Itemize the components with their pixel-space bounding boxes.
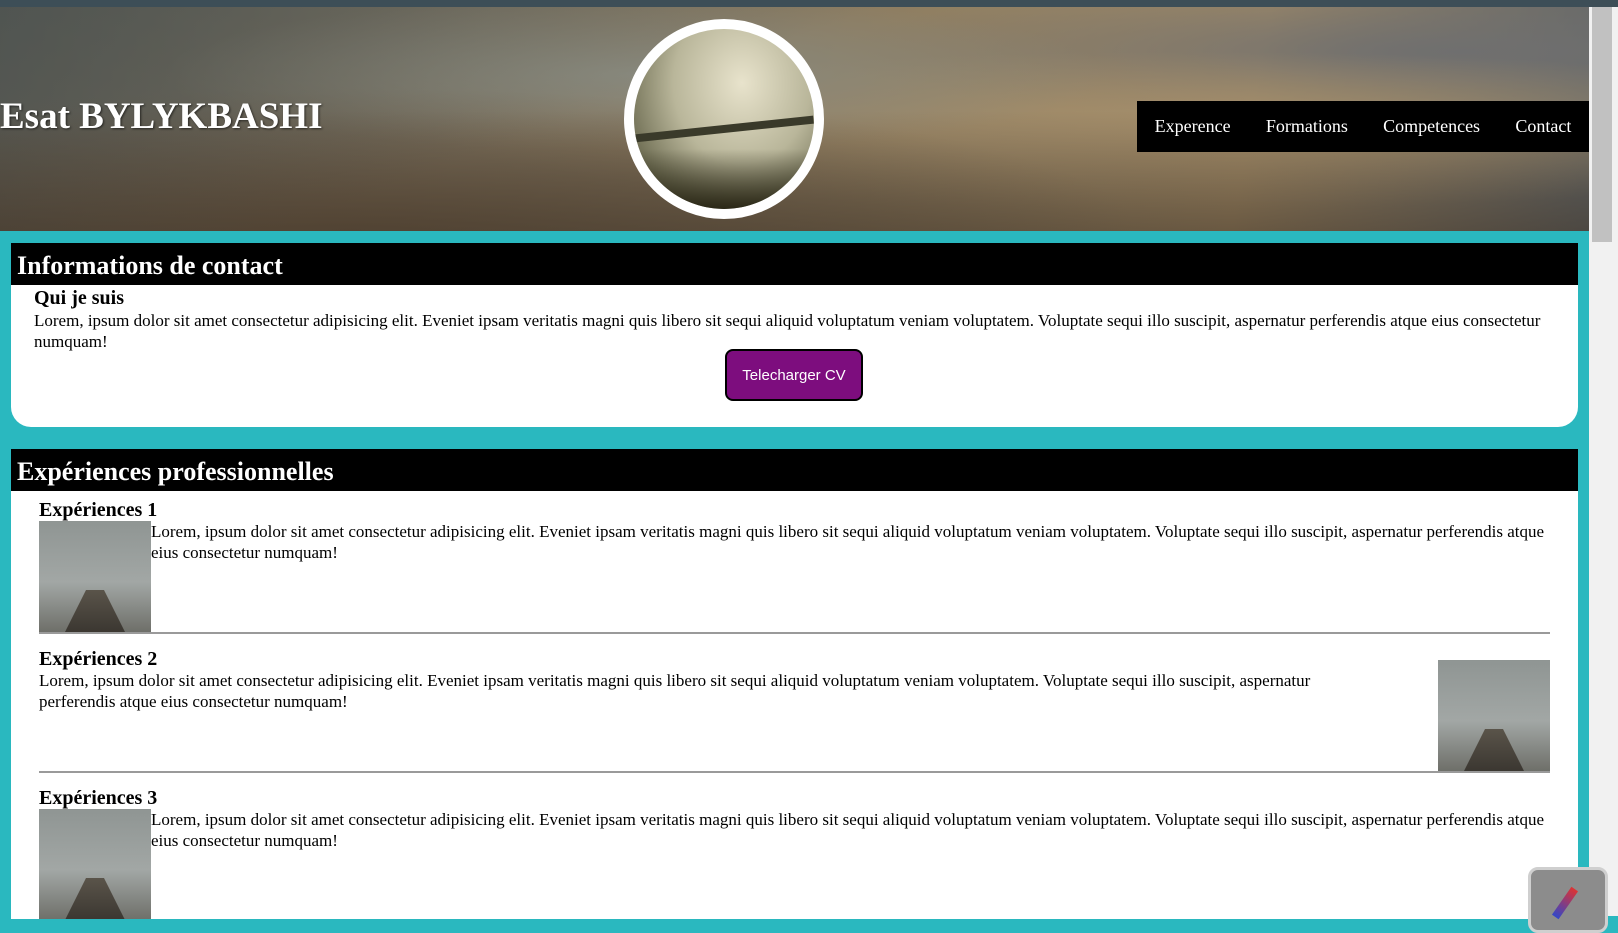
main-nav: Experence Formations Competences Contact xyxy=(1137,101,1589,152)
experience-title: Expériences 3 xyxy=(39,787,158,809)
hero-header: Esat BYLYKBASHI Experence Formations Com… xyxy=(0,7,1589,231)
download-cv-button[interactable]: Telecharger CV xyxy=(725,349,863,401)
experience-text: Lorem, ipsum dolor sit amet consectetur … xyxy=(151,522,1545,562)
experience-row: Lorem, ipsum dolor sit amet consectetur … xyxy=(39,521,1550,632)
about-subheading: Qui je suis xyxy=(34,287,125,309)
pier-graphic xyxy=(1464,729,1524,771)
browser-top-strip xyxy=(0,0,1618,7)
contact-section: Informations de contact Qui je suis Lore… xyxy=(11,243,1578,427)
about-text: Lorem, ipsum dolor sit amet consectetur … xyxy=(34,311,1541,351)
pier-graphic xyxy=(65,590,125,632)
experience-item: Expériences 2 Lorem, ipsum dolor sit ame… xyxy=(39,648,1550,773)
profile-avatar xyxy=(624,19,824,219)
experience-item: Expériences 1 Lorem, ipsum dolor sit ame… xyxy=(39,499,1550,634)
nav-link-contact[interactable]: Contact xyxy=(1507,116,1579,137)
site-title: Esat BYLYKBASHI xyxy=(0,96,323,137)
vertical-scrollbar[interactable] xyxy=(1589,7,1618,916)
experience-title: Expériences 2 xyxy=(39,648,158,670)
contact-heading: Informations de contact xyxy=(11,243,1578,285)
pen-icon xyxy=(1551,886,1579,920)
experience-image xyxy=(39,809,151,919)
experience-row: Lorem, ipsum dolor sit amet consectetur … xyxy=(39,809,1550,919)
experience-text: Lorem, ipsum dolor sit amet consectetur … xyxy=(151,810,1545,850)
floating-tool-widget[interactable] xyxy=(1528,867,1608,933)
experience-divider xyxy=(39,632,1550,634)
nav-link-experience[interactable]: Experence xyxy=(1147,116,1239,137)
nav-link-competences[interactable]: Competences xyxy=(1375,116,1488,137)
avatar-grass-decoration xyxy=(634,149,814,209)
experience-row: Lorem, ipsum dolor sit amet consectetur … xyxy=(39,660,1550,771)
experience-text: Lorem, ipsum dolor sit amet consectetur … xyxy=(39,671,1311,711)
pier-graphic xyxy=(65,878,125,919)
experiences-section: Expériences professionnelles Expériences… xyxy=(11,449,1578,919)
scrollbar-thumb[interactable] xyxy=(1592,7,1612,242)
experience-image xyxy=(1438,660,1550,771)
experience-item: Expériences 3 Lorem, ipsum dolor sit ame… xyxy=(39,787,1550,919)
experience-title: Expériences 1 xyxy=(39,499,158,521)
experience-image xyxy=(39,521,151,632)
nav-link-formations[interactable]: Formations xyxy=(1258,116,1356,137)
experience-divider xyxy=(39,771,1550,773)
experiences-heading: Expériences professionnelles xyxy=(11,449,1578,491)
avatar-branch-decoration xyxy=(634,115,814,143)
